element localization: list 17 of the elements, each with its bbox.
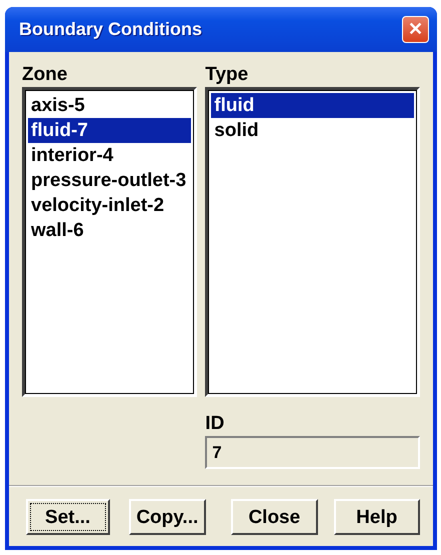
zone-item[interactable]: velocity-inlet-2 [28,193,192,218]
zone-item[interactable]: wall-6 [28,218,192,243]
type-item[interactable]: fluid [211,93,414,118]
dialog-button[interactable]: Copy... [128,499,206,535]
dialog-button[interactable]: Close [231,499,318,535]
zone-item[interactable]: pressure-outlet-3 [28,168,192,193]
zone-label: Zone [22,63,68,87]
zone-item[interactable]: axis-5 [28,93,192,118]
zone-item[interactable]: interior-4 [28,143,192,168]
type-item[interactable]: solid [211,118,414,143]
type-label: Type [205,63,248,87]
window-title: Boundary Conditions [19,19,202,40]
id-label: ID [205,412,224,436]
dialog-button[interactable]: Help [334,499,420,535]
zone-item[interactable]: fluid-7 [28,118,192,143]
id-field[interactable]: 7 [205,436,420,469]
dialog-button[interactable]: Set... [26,499,110,535]
